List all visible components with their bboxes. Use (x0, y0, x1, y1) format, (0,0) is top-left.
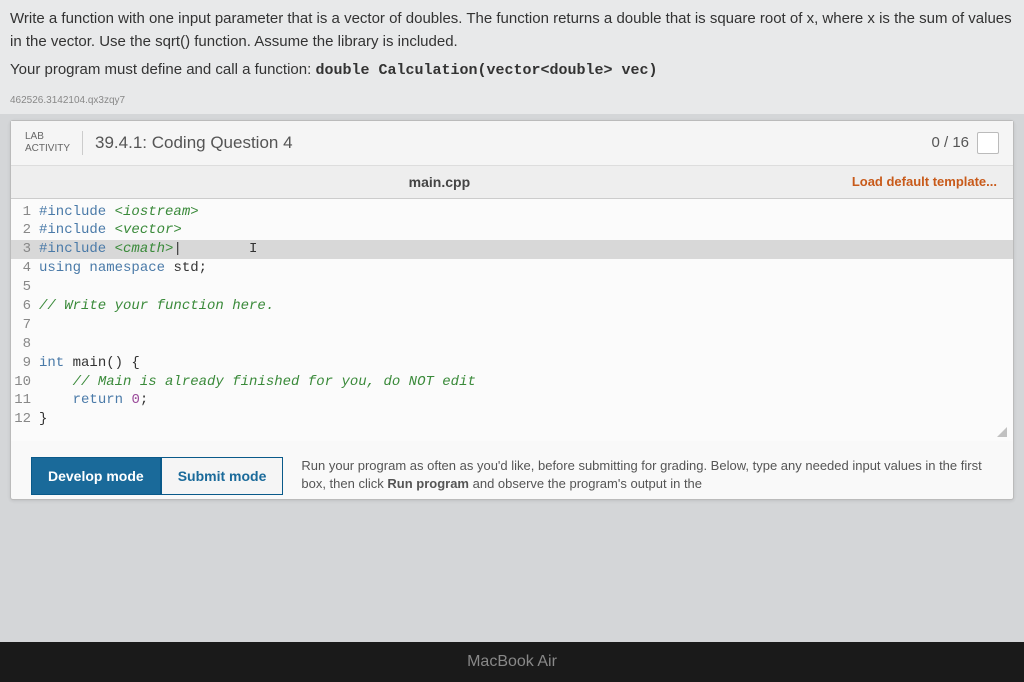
code-editor[interactable]: 1#include <iostream>2#include <vector>3#… (11, 199, 1013, 442)
code-line[interactable]: 4using namespace std; (11, 259, 1013, 278)
develop-mode-button[interactable]: Develop mode (31, 457, 161, 495)
code-content[interactable]: #include <cmath>| I (39, 240, 257, 259)
code-content[interactable]: return 0; (39, 391, 148, 410)
problem-id: 462526.3142104.qx3zqy7 (0, 93, 1024, 114)
lab-title: 39.4.1: Coding Question 4 (95, 133, 931, 153)
line-number: 4 (11, 259, 39, 278)
line-number: 5 (11, 278, 39, 297)
code-content[interactable]: using namespace std; (39, 259, 207, 278)
code-content[interactable]: } (39, 410, 47, 429)
code-line[interactable]: 3#include <cmath>| I (11, 240, 1013, 259)
code-content[interactable]: // Write your function here. (39, 297, 274, 316)
resize-handle-icon[interactable] (997, 427, 1007, 437)
code-line[interactable]: 7 (11, 316, 1013, 335)
instruction-line-2: Your program must define and call a func… (10, 59, 1014, 83)
problem-instructions: Write a function with one input paramete… (0, 0, 1024, 93)
code-line[interactable]: 5 (11, 278, 1013, 297)
line-number: 9 (11, 354, 39, 373)
laptop-model-label: MacBook Air (467, 653, 557, 671)
expand-button[interactable] (977, 132, 999, 154)
code-line[interactable]: 6// Write your function here. (11, 297, 1013, 316)
line-number: 2 (11, 221, 39, 240)
file-name: main.cpp (27, 174, 852, 190)
code-content[interactable]: #include <iostream> (39, 203, 199, 222)
lab-activity-label: LAB ACTIVITY (25, 131, 83, 155)
code-line[interactable]: 9int main() { (11, 354, 1013, 373)
lab-panel: LAB ACTIVITY 39.4.1: Coding Question 4 0… (10, 120, 1014, 501)
line-number: 6 (11, 297, 39, 316)
code-line[interactable]: 1#include <iostream> (11, 203, 1013, 222)
code-content[interactable]: #include <vector> (39, 221, 182, 240)
mode-bar: Develop mode Submit mode Run your progra… (11, 441, 1013, 499)
code-line[interactable]: 12} (11, 410, 1013, 429)
submit-mode-button[interactable]: Submit mode (161, 457, 284, 495)
function-signature: double Calculation(vector<double> vec) (315, 62, 657, 79)
line-number: 3 (11, 240, 39, 259)
code-content[interactable]: int main() { (39, 354, 140, 373)
line-number: 7 (11, 316, 39, 335)
lab-header: LAB ACTIVITY 39.4.1: Coding Question 4 0… (11, 121, 1013, 166)
code-line[interactable]: 8 (11, 335, 1013, 354)
load-default-template-link[interactable]: Load default template... (852, 174, 997, 189)
line-number: 8 (11, 335, 39, 354)
code-line[interactable]: 10 // Main is already finished for you, … (11, 373, 1013, 392)
code-line[interactable]: 2#include <vector> (11, 221, 1013, 240)
file-header: main.cpp Load default template... (11, 166, 1013, 199)
line-number: 1 (11, 203, 39, 222)
line-number: 11 (11, 391, 39, 410)
code-content[interactable]: // Main is already finished for you, do … (39, 373, 476, 392)
line-number: 10 (11, 373, 39, 392)
line-number: 12 (11, 410, 39, 429)
code-line[interactable]: 11 return 0; (11, 391, 1013, 410)
mode-help-text: Run your program as often as you'd like,… (283, 457, 993, 493)
lab-score: 0 / 16 (931, 134, 969, 151)
instruction-line-1: Write a function with one input paramete… (10, 8, 1014, 53)
laptop-bezel: MacBook Air (0, 642, 1024, 682)
